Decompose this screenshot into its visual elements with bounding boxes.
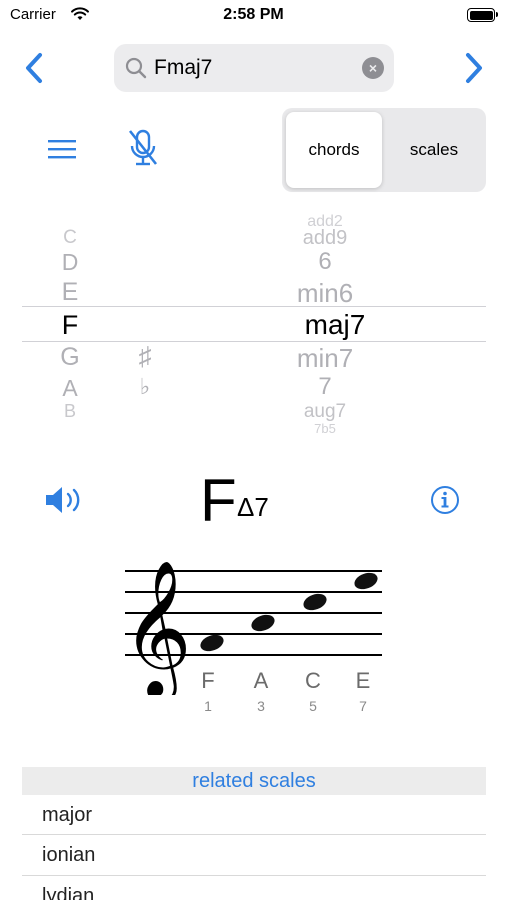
picker-note-selected[interactable]: F bbox=[45, 310, 95, 341]
related-scales-header: related scales bbox=[22, 767, 486, 795]
status-bar: Carrier 2:58 PM bbox=[0, 0, 507, 32]
related-scale-item[interactable]: ionian bbox=[22, 835, 486, 875]
search-icon bbox=[125, 57, 147, 79]
speaker-icon[interactable] bbox=[44, 484, 84, 516]
staff-note-head bbox=[200, 634, 224, 652]
picker-note[interactable]: E bbox=[45, 278, 95, 307]
note-degree: 5 bbox=[309, 698, 317, 714]
picker-note[interactable]: G bbox=[45, 343, 95, 372]
note-label: A 3 bbox=[246, 668, 276, 714]
chord-picker[interactable]: C D E F G A B ♯ ♭ add2 add9 6 min6 maj7 … bbox=[0, 205, 507, 436]
chords-scales-segmented-control: chords scales bbox=[282, 108, 486, 192]
info-icon[interactable] bbox=[430, 485, 460, 515]
picker-quality[interactable]: 6 bbox=[250, 248, 400, 276]
staff-note-head bbox=[303, 593, 327, 611]
segment-chords[interactable]: chords bbox=[286, 112, 382, 188]
search-bar[interactable]: × bbox=[114, 44, 394, 92]
staff-note-head bbox=[354, 572, 378, 590]
note-degree: 1 bbox=[204, 698, 212, 714]
chord-root: F bbox=[200, 467, 237, 534]
note-name: A bbox=[253, 668, 269, 693]
related-scale-item[interactable]: lydian bbox=[22, 876, 486, 900]
picker-quality[interactable]: aug7 bbox=[250, 401, 400, 423]
note-degree: 3 bbox=[257, 698, 265, 714]
battery-icon bbox=[467, 8, 498, 22]
note-label: F 1 bbox=[193, 668, 223, 714]
note-name: C bbox=[305, 668, 321, 693]
picker-accidental-flat[interactable]: ♭ bbox=[120, 374, 170, 400]
clear-icon[interactable]: × bbox=[362, 57, 384, 79]
picker-quality[interactable]: add9 bbox=[250, 227, 400, 250]
treble-clef-icon: 𝄞 bbox=[122, 558, 192, 695]
picker-quality[interactable]: min6 bbox=[250, 278, 400, 309]
chevron-left-icon[interactable] bbox=[20, 50, 48, 86]
chevron-right-icon[interactable] bbox=[460, 50, 488, 86]
note-degree: 7 bbox=[359, 698, 367, 714]
picker-note[interactable]: C bbox=[45, 227, 95, 249]
menu-icon[interactable] bbox=[46, 138, 78, 160]
picker-note[interactable]: A bbox=[45, 375, 95, 402]
search-input[interactable] bbox=[154, 52, 354, 84]
picker-accidental-sharp[interactable]: ♯ bbox=[120, 341, 170, 372]
related-scale-item[interactable]: major bbox=[22, 795, 486, 835]
note-name: E bbox=[355, 668, 371, 693]
chord-suffix: Δ7 bbox=[237, 492, 269, 522]
note-label: C 5 bbox=[298, 668, 328, 714]
picker-quality[interactable]: 7b5 bbox=[250, 421, 400, 436]
mic-off-icon[interactable] bbox=[125, 128, 161, 168]
clock: 2:58 PM bbox=[223, 6, 284, 23]
picker-quality[interactable]: min7 bbox=[250, 343, 400, 374]
note-label: E 7 bbox=[348, 668, 378, 714]
picker-quality-selected[interactable]: maj7 bbox=[260, 309, 410, 341]
picker-note[interactable]: D bbox=[45, 249, 95, 276]
note-name: F bbox=[201, 668, 215, 693]
picker-note[interactable]: B bbox=[45, 401, 95, 422]
staff-note-head bbox=[251, 614, 275, 632]
segment-scales[interactable]: scales bbox=[386, 112, 482, 188]
picker-quality[interactable]: 7 bbox=[250, 373, 400, 401]
